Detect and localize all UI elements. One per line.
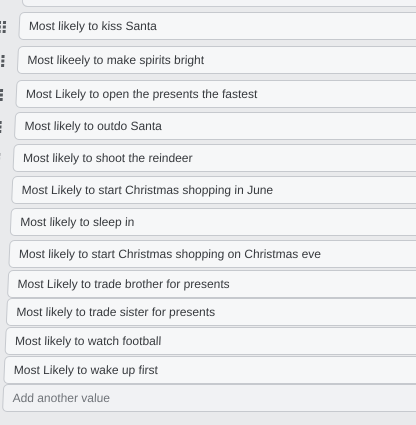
value-input[interactable]: Most Likely to start Christmas shopping … [11, 176, 416, 204]
value-row: Most Likely to open the presents the fas… [0, 80, 416, 110]
value-row: Most likely to shoot the reindeer [0, 144, 416, 174]
value-input[interactable]: Most likely to trade sister for presents [5, 298, 416, 326]
value-row: Most likely to start Christmas shopping … [0, 240, 416, 270]
value-input[interactable]: Most likeely to make spirits bright [16, 46, 416, 74]
value-row: Most likely to watch football [0, 327, 416, 357]
value-row: Most Likely to start Christmas shopping … [0, 176, 416, 206]
value-input[interactable]: Most Likely to wake up first [3, 356, 416, 384]
value-input[interactable]: Most Likely to open the presents the fas… [15, 80, 416, 108]
drag-handle-icon[interactable] [0, 54, 6, 68]
value-row: Most likely to kiss Santa [0, 12, 416, 42]
value-row: Most likeely to make spirits bright [0, 46, 416, 76]
value-input[interactable]: Most likely to outdo Santa [13, 112, 416, 140]
value-input[interactable]: Most likely to watch football [4, 327, 416, 355]
value-list: Most likely to kiss Santa Most likeely t… [0, 0, 416, 425]
value-row: Most likely to outdo Santa [0, 112, 416, 142]
drag-handle-icon[interactable] [0, 88, 4, 102]
value-input[interactable]: Most Likely to trade brother for present… [6, 270, 416, 298]
add-value-input[interactable]: Add another value [2, 384, 416, 412]
value-row: Most Likely to wake up first [0, 356, 416, 386]
value-input[interactable]: Most likely to sleep in [9, 208, 416, 236]
drag-handle-icon[interactable] [0, 120, 3, 134]
value-row: Most likely to trade sister for presents [0, 298, 416, 328]
value-input[interactable]: Most likely to shoot the reindeer [12, 144, 416, 172]
add-value-row: Add another value [0, 384, 416, 414]
value-input[interactable]: Most likely to start Christmas shopping … [8, 240, 416, 268]
value-row: Most likely to sleep in [0, 208, 416, 238]
drag-handle-icon[interactable] [0, 20, 7, 34]
drag-handle-icon[interactable] [0, 152, 1, 166]
value-row: Most Likely to trade brother for present… [0, 270, 416, 300]
value-input[interactable]: Most likely to kiss Santa [18, 12, 416, 40]
previous-field-edge [21, 0, 416, 7]
